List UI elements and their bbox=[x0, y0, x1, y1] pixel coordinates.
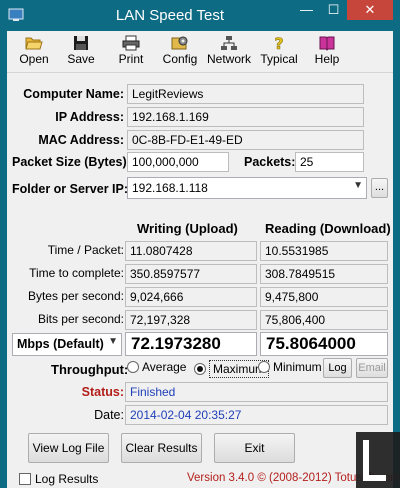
print-label: Print bbox=[118, 52, 144, 66]
read-bytes-per-second: 9,475,800 bbox=[260, 287, 388, 307]
log-results-label: Log Results bbox=[35, 472, 99, 486]
print-button[interactable]: Print bbox=[107, 33, 155, 71]
write-bytes-per-second: 9,024,666 bbox=[125, 287, 257, 307]
read-mbps-field: 75.8064000 bbox=[260, 332, 388, 356]
write-bits-per-second: 72,197,328 bbox=[125, 310, 257, 330]
chevron-down-icon: ▼ bbox=[108, 336, 118, 347]
unit-select[interactable]: Mbps (Default) ▼ bbox=[12, 333, 122, 356]
view-log-file-button[interactable]: View Log File bbox=[28, 433, 109, 463]
floppy-disk-icon bbox=[74, 36, 88, 50]
radio-minimum[interactable]: Minimum bbox=[258, 360, 322, 374]
packet-size-input[interactable]: 100,000,000 bbox=[127, 152, 229, 172]
app-window: LAN Speed Test — ☐ ✕ Open Save Print Con… bbox=[0, 0, 400, 488]
window-title: LAN Speed Test bbox=[115, 7, 225, 24]
email-button[interactable]: Email bbox=[356, 358, 388, 378]
date-field: 2014-02-04 20:35:27 bbox=[125, 405, 388, 425]
mac-address-label: MAC Address: bbox=[38, 133, 124, 147]
config-button[interactable]: Config bbox=[156, 33, 204, 71]
computer-name-field: LegitReviews bbox=[127, 84, 364, 104]
status-label: Status: bbox=[81, 385, 124, 399]
toolbar: Open Save Print Config Network ? Typical… bbox=[7, 31, 393, 73]
ip-address-label: IP Address: bbox=[55, 110, 124, 124]
save-button[interactable]: Save bbox=[57, 33, 105, 71]
status-field: Finished bbox=[125, 382, 388, 402]
read-bits-per-second: 75,806,400 bbox=[260, 310, 388, 330]
help-button[interactable]: Help bbox=[303, 33, 351, 71]
bits-per-second-label: Bits per second: bbox=[37, 312, 124, 326]
unit-select-value: Mbps (Default) bbox=[17, 337, 104, 351]
write-mbps-field: 72.1973280 bbox=[125, 332, 257, 356]
printer-icon bbox=[122, 35, 140, 51]
folder-server-value: 192.168.1.118 bbox=[132, 181, 208, 195]
radio-average[interactable]: Average bbox=[127, 360, 186, 374]
write-time-to-complete: 350.8597577 bbox=[125, 264, 257, 284]
network-icon bbox=[221, 36, 237, 50]
mac-address-field: 0C-8B-FD-E1-49-ED bbox=[127, 130, 364, 150]
help-label: Help bbox=[314, 52, 340, 66]
question-mark-icon: ? bbox=[274, 35, 284, 51]
exit-button[interactable]: Exit bbox=[214, 433, 295, 463]
title-bar[interactable]: LAN Speed Test — ☐ ✕ bbox=[0, 0, 400, 31]
help-book-icon bbox=[319, 36, 335, 51]
computer-name-label: Computer Name: bbox=[23, 87, 124, 101]
config-label: Config bbox=[162, 52, 198, 66]
svg-text:?: ? bbox=[274, 35, 283, 51]
folder-server-label: Folder or Server IP: bbox=[12, 182, 129, 196]
open-label: Open bbox=[19, 52, 49, 66]
watermark-logo bbox=[356, 432, 400, 488]
log-results-checkbox[interactable]: Log Results bbox=[19, 472, 98, 486]
radio-average-label: Average bbox=[142, 360, 187, 374]
write-time-per-packet: 11.0807428 bbox=[125, 241, 257, 261]
browse-button[interactable]: ... bbox=[371, 178, 388, 198]
log-button[interactable]: Log bbox=[323, 358, 352, 378]
radio-circle bbox=[258, 361, 270, 373]
checkbox-box bbox=[19, 473, 31, 485]
radio-circle-selected bbox=[194, 363, 206, 375]
minimize-button[interactable]: — bbox=[293, 0, 320, 20]
folder-open-icon bbox=[25, 37, 43, 50]
config-icon bbox=[171, 36, 188, 50]
typical-label: Typical bbox=[260, 52, 298, 66]
throughput-label: Throughput: bbox=[51, 362, 129, 377]
network-label: Network bbox=[206, 52, 251, 66]
writing-header: Writing (Upload) bbox=[137, 221, 238, 236]
packet-size-label: Packet Size (Bytes): bbox=[12, 155, 131, 169]
clear-results-button[interactable]: Clear Results bbox=[121, 433, 202, 463]
network-button[interactable]: Network bbox=[205, 33, 253, 71]
folder-server-combo[interactable]: 192.168.1.118 ▼ bbox=[127, 177, 367, 199]
date-label: Date: bbox=[94, 408, 124, 422]
reading-header: Reading (Download) bbox=[265, 221, 391, 236]
time-per-packet-label: Time / Packet: bbox=[47, 243, 124, 257]
open-button[interactable]: Open bbox=[10, 33, 58, 71]
bytes-per-second-label: Bytes per second: bbox=[27, 289, 124, 303]
packets-input[interactable]: 25 bbox=[295, 152, 364, 172]
close-button[interactable]: ✕ bbox=[347, 0, 393, 20]
result-labels: Time / Packet: Time to complete: Bytes p… bbox=[7, 240, 124, 330]
typical-button[interactable]: ? Typical bbox=[255, 33, 303, 71]
radio-circle bbox=[127, 361, 139, 373]
save-label: Save bbox=[67, 52, 95, 66]
read-time-to-complete: 308.7849515 bbox=[260, 264, 388, 284]
ip-address-field: 192.168.1.169 bbox=[127, 107, 364, 127]
maximize-button[interactable]: ☐ bbox=[320, 0, 347, 20]
read-time-per-packet: 10.5531985 bbox=[260, 241, 388, 261]
chevron-down-icon: ▼ bbox=[353, 180, 363, 191]
radio-minimum-label: Minimum bbox=[273, 360, 322, 374]
time-to-complete-label: Time to complete: bbox=[29, 266, 124, 280]
packets-label: Packets: bbox=[244, 155, 296, 169]
client-area: Open Save Print Config Network ? Typical… bbox=[7, 31, 400, 488]
